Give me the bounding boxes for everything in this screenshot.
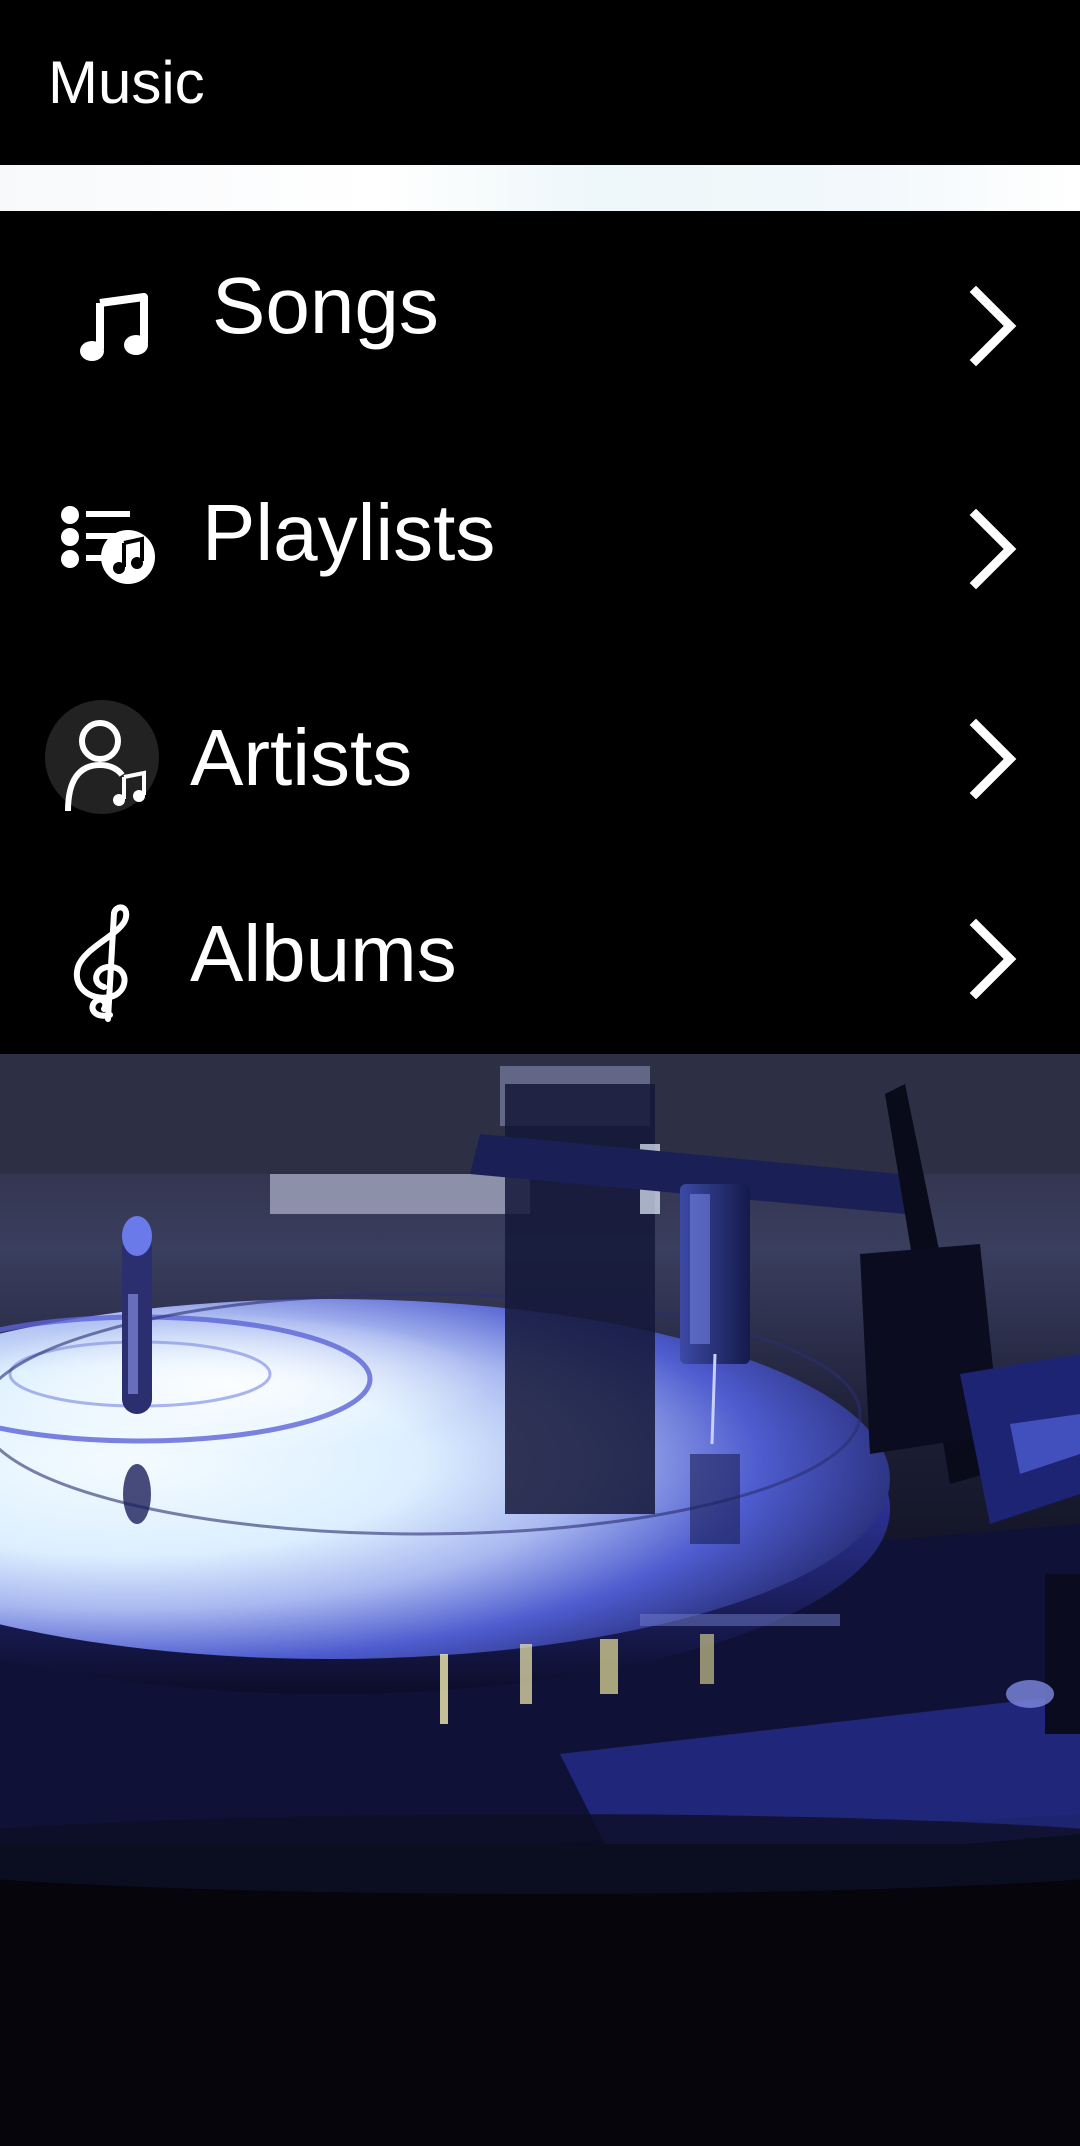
menu-item-label: Albums bbox=[190, 909, 457, 998]
menu-item-label: Artists bbox=[190, 713, 413, 802]
artist-music-icon bbox=[45, 700, 159, 814]
app-title: Music bbox=[48, 49, 205, 116]
treble-clef-icon bbox=[73, 904, 130, 1022]
menu-item-songs[interactable]: Songs bbox=[0, 211, 1080, 371]
music-category-menu: Songs Playlists Artists Albums bbox=[0, 211, 1080, 1054]
chevron-right-icon bbox=[969, 919, 1017, 999]
music-note-icon bbox=[80, 293, 148, 361]
menu-item-playlists[interactable]: Playlists bbox=[0, 433, 1080, 593]
chevron-right-icon bbox=[969, 286, 1017, 366]
turntable-illustration bbox=[0, 1054, 1080, 2146]
turntable-record-image bbox=[0, 1054, 1080, 2146]
app-bar: Music bbox=[0, 0, 1080, 165]
playlist-music-icon bbox=[61, 506, 155, 584]
menu-item-artists[interactable]: Artists bbox=[0, 691, 1080, 851]
chevron-right-icon bbox=[969, 509, 1017, 589]
header-divider-strip bbox=[0, 165, 1080, 211]
menu-item-label: Songs bbox=[212, 261, 439, 350]
menu-item-albums[interactable]: Albums bbox=[0, 891, 1080, 1051]
chevron-right-icon bbox=[969, 719, 1017, 799]
menu-item-label: Playlists bbox=[202, 488, 496, 577]
